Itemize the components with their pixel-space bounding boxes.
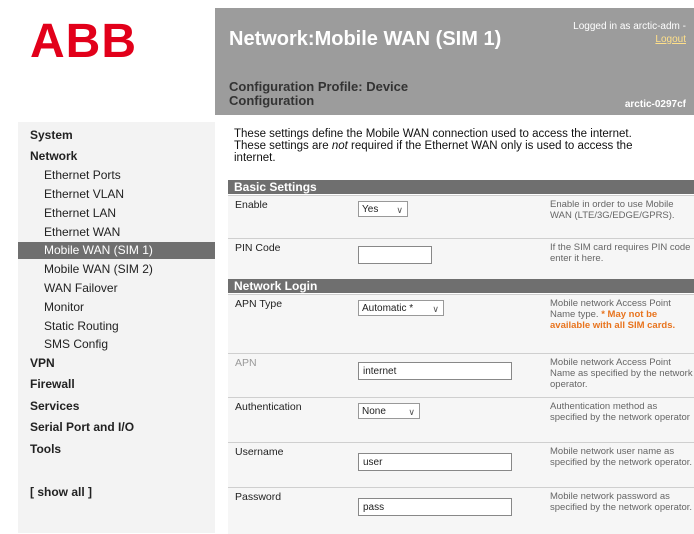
sidebar: System Network Ethernet Ports Ethernet V… (18, 122, 215, 533)
enable-select[interactable]: Yes ∨ (358, 201, 408, 217)
nav-vpn[interactable]: VPN (30, 356, 55, 370)
nav-static-routing[interactable]: Static Routing (44, 319, 119, 333)
nav-wan-failover[interactable]: WAN Failover (44, 281, 118, 295)
authentication-select[interactable]: None ∨ (358, 403, 420, 419)
intro-text: These settings define the Mobile WAN con… (234, 128, 689, 164)
apn-type-label: APN Type (235, 298, 283, 310)
chevron-down-icon: ∨ (408, 407, 415, 417)
authentication-row: Authentication None ∨ Authentication met… (228, 397, 694, 442)
apn-row: APN internet Mobile network Access Point… (228, 353, 694, 397)
enable-select-value: Yes (362, 204, 379, 215)
logged-in-text: Logged in as arctic-adm - (573, 21, 686, 32)
apn-type-select-value: Automatic * (362, 303, 414, 314)
intro-line-2: These settings are not required if the E… (234, 140, 689, 152)
apn-input[interactable]: internet (358, 362, 512, 380)
pin-label: PIN Code (235, 242, 281, 254)
page-title: Network:Mobile WAN (SIM 1) (229, 28, 502, 50)
profile-line-2: Configuration (229, 93, 315, 108)
password-help: Mobile network password as specified by … (550, 491, 693, 513)
config-profile: Configuration Profile: Device Configurat… (229, 80, 449, 108)
chevron-down-icon: ∨ (432, 304, 439, 314)
pin-row: PIN Code If the SIM card requires PIN co… (228, 238, 694, 279)
enable-label: Enable (235, 199, 268, 211)
nav-system[interactable]: System (30, 128, 73, 142)
logout-link[interactable]: Logout (655, 34, 686, 45)
enable-help: Enable in order to use Mobile WAN (LTE/3… (550, 199, 675, 221)
intro-line-2-a: These settings are (234, 140, 332, 152)
intro-line-1: These settings define the Mobile WAN con… (234, 128, 632, 140)
apn-type-row: APN Type Automatic * ∨ Mobile network Ac… (228, 294, 694, 353)
intro-line-3: internet. (234, 152, 276, 164)
password-input[interactable]: pass (358, 498, 512, 516)
authentication-help: Authentication method as specified by th… (550, 401, 690, 423)
username-help: Mobile network user name as specified by… (550, 446, 693, 468)
logo-area: ABB (0, 0, 215, 115)
hostname: arctic-0297cf (624, 99, 686, 110)
apn-label: APN (235, 357, 257, 369)
password-label: Password (235, 491, 282, 503)
basic-settings-header: Basic Settings (228, 180, 694, 194)
nav-ethernet-wan[interactable]: Ethernet WAN (44, 225, 120, 239)
nav-mobile-wan-sim2[interactable]: Mobile WAN (SIM 2) (44, 262, 153, 276)
abb-logo: ABB (30, 15, 137, 68)
apn-type-select[interactable]: Automatic * ∨ (358, 300, 444, 316)
enable-row: Enable Yes ∨ Enable in order to use Mobi… (228, 195, 694, 238)
authentication-select-value: None (362, 406, 386, 417)
profile-line-1: Configuration Profile: Device (229, 79, 409, 94)
password-row: Password pass Mobile network password as… (228, 487, 694, 534)
username-row: Username user Mobile network user name a… (228, 442, 694, 487)
nav-mobile-wan-sim1[interactable]: Mobile WAN (SIM 1) (18, 242, 215, 259)
nav-monitor[interactable]: Monitor (44, 300, 84, 314)
authentication-label: Authentication (235, 401, 302, 413)
show-all-link[interactable]: [ show all ] (30, 485, 92, 499)
nav-tools[interactable]: Tools (30, 442, 61, 456)
username-label: Username (235, 446, 284, 458)
login-status: Logged in as arctic-adm - Logout (573, 20, 686, 46)
nav-ethernet-lan[interactable]: Ethernet LAN (44, 206, 116, 220)
nav-firewall[interactable]: Firewall (30, 377, 75, 391)
intro-line-2-c: required if the Ethernet WAN only is use… (347, 140, 633, 152)
nav-network[interactable]: Network (30, 149, 77, 163)
nav-services[interactable]: Services (30, 399, 79, 413)
nav-mobile-wan-sim1-label: Mobile WAN (SIM 1) (44, 243, 153, 257)
intro-line-2-emphasis: not (331, 140, 348, 152)
apn-type-help: Mobile network Access Point Name type. *… (550, 298, 694, 331)
nav-ethernet-vlan[interactable]: Ethernet VLAN (44, 187, 124, 201)
username-input[interactable]: user (358, 453, 512, 471)
pin-help: If the SIM card requires PIN code enter … (550, 242, 691, 264)
pin-input[interactable] (358, 246, 432, 264)
nav-serial-port[interactable]: Serial Port and I/O (30, 420, 134, 434)
network-login-header: Network Login (228, 279, 694, 293)
nav-ethernet-ports[interactable]: Ethernet Ports (44, 168, 121, 182)
chevron-down-icon: ∨ (396, 205, 403, 215)
page-header: Network:Mobile WAN (SIM 1) Logged in as … (215, 8, 694, 115)
nav-sms-config[interactable]: SMS Config (44, 337, 108, 351)
apn-help: Mobile network Access Point Name as spec… (550, 357, 693, 390)
